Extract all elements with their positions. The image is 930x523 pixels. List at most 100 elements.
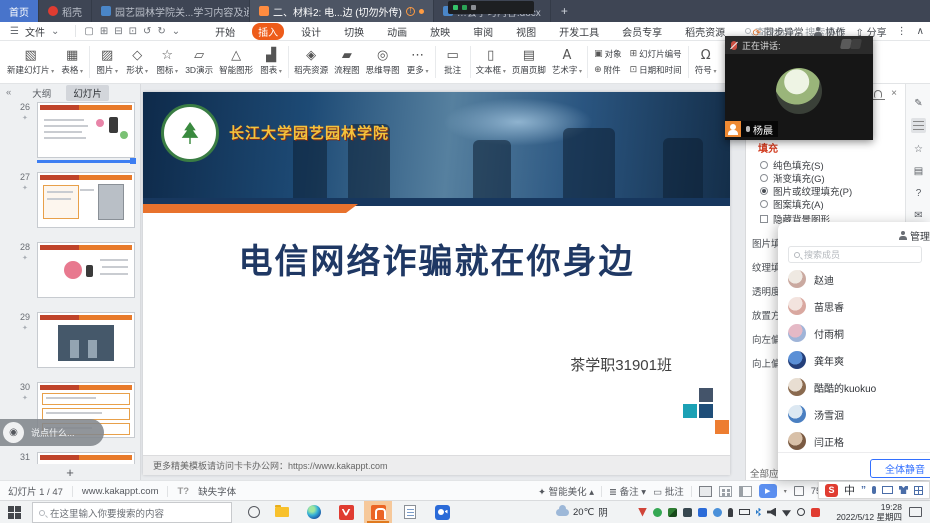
star-icon[interactable]: ☆ xyxy=(911,142,926,157)
menu-视图[interactable]: 视图 xyxy=(510,23,542,40)
tray-gpu-icon[interactable] xyxy=(683,508,692,517)
fill-option-3[interactable]: 图片或纹理填充(P) xyxy=(760,184,852,198)
ribbon-对象[interactable]: ▣对象 xyxy=(594,48,622,60)
taskbar-clock[interactable]: 19:28 2022/5/12 星期四 xyxy=(836,503,902,522)
emoji-icon[interactable]: ◉ xyxy=(3,422,24,443)
tray-meeting-icon[interactable] xyxy=(698,508,707,517)
ribbon-日期和时间[interactable]: ⊡日期和时间 xyxy=(630,64,682,76)
menu-稻壳资源[interactable]: 稻壳资源 xyxy=(679,23,731,40)
ribbon-图标[interactable]: ☆图标 ▾ xyxy=(152,42,182,82)
toolbox-icon[interactable] xyxy=(914,486,923,495)
comments-button[interactable]: ▭ 批注 xyxy=(653,484,684,498)
tray-volume-icon[interactable] xyxy=(767,508,776,517)
start-button[interactable] xyxy=(8,506,21,519)
manage-members[interactable]: 管理成员 xyxy=(898,228,930,243)
tray-mic-icon[interactable] xyxy=(728,508,733,517)
tray-shield-icon[interactable] xyxy=(668,508,677,517)
ribbon-图片[interactable]: ▨图片 ▾ xyxy=(92,42,122,82)
ribbon-稻壳资源[interactable]: ◈稻壳资源 xyxy=(291,42,331,82)
preview-icon[interactable]: ⊡ xyxy=(129,26,137,37)
feedback-icon[interactable]: ✉ xyxy=(911,208,926,223)
participant-row[interactable]: 酷酷的kuokuo xyxy=(788,378,876,396)
ribbon-表格[interactable]: ▦表格 ▾ xyxy=(57,42,87,82)
normal-view-icon[interactable] xyxy=(699,486,712,497)
format-brush-icon[interactable]: ✎ xyxy=(911,96,926,111)
window-tab-3[interactable]: 园艺园林学院关...学习内容及通知 xyxy=(92,0,250,22)
ribbon-新建幻灯片[interactable]: ▧新建幻灯片 ▾ xyxy=(4,42,57,82)
output-icon[interactable]: ⊞ xyxy=(100,26,108,37)
participant-row[interactable]: 龚年爽 xyxy=(788,351,844,369)
tray-bluetooth-icon[interactable] xyxy=(756,508,761,517)
ribbon-更多[interactable]: ⋯更多 ▾ xyxy=(403,42,433,82)
tab-slides[interactable]: 幻灯片 xyxy=(66,85,109,101)
redo-icon[interactable]: ↻ xyxy=(157,26,165,37)
fill-option-4[interactable]: 图案填充(A) xyxy=(760,197,824,211)
ribbon-艺术字[interactable]: A艺术字 ▾ xyxy=(549,42,585,82)
slide-title[interactable]: 电信网络诈骗就在你身边 xyxy=(143,234,730,283)
window-tab-2[interactable]: 稻壳 xyxy=(39,0,92,22)
ribbon-符号[interactable]: Ω符号 ▾ xyxy=(691,42,721,82)
participant-row[interactable]: 汤雪洄 xyxy=(788,405,844,423)
mute-all-button[interactable]: 全体静音 xyxy=(870,459,930,478)
slide[interactable]: 长江大学园艺园林学院 电信网络诈骗就在你身边 茶学职31901班 更多精美模板请… xyxy=(143,92,730,475)
wps-office-icon[interactable] xyxy=(332,501,360,523)
ribbon-思维导图[interactable]: ◎思维导图 xyxy=(363,42,403,82)
slide-thumbnail-27[interactable] xyxy=(37,172,135,228)
fill-option-1[interactable]: 纯色填充(S) xyxy=(760,158,824,172)
fit-window-icon[interactable] xyxy=(794,486,804,496)
bell-icon[interactable] xyxy=(874,90,882,98)
member-search-input[interactable]: 搜索成员 xyxy=(788,246,922,263)
collapse-panel-button[interactable]: « xyxy=(0,87,17,98)
ribbon-页眉页脚[interactable]: ▤页眉页脚 xyxy=(509,42,549,82)
document-app-icon[interactable] xyxy=(396,501,424,523)
menu-审阅[interactable]: 审阅 xyxy=(467,23,499,40)
sogou-logo[interactable]: S xyxy=(825,484,838,497)
help-icon[interactable]: ? xyxy=(911,186,926,201)
participant-row[interactable]: 闫正格 xyxy=(788,432,844,450)
fill-option-2[interactable]: 渐变填充(G) xyxy=(760,171,825,185)
tray-link-icon[interactable] xyxy=(797,508,805,516)
tab-outline[interactable]: 大纲 xyxy=(25,85,58,101)
window-tab-1[interactable]: 首页 xyxy=(0,0,39,22)
ribbon-智能图形[interactable]: △智能图形 xyxy=(216,42,256,82)
participant-row[interactable]: 付雨桐 xyxy=(788,324,844,342)
ribbon-文本框[interactable]: ▯文本框 ▾ xyxy=(473,42,509,82)
object-properties-icon[interactable] xyxy=(911,118,926,133)
action-center-icon[interactable] xyxy=(909,507,922,517)
undo-icon[interactable]: ↺ xyxy=(143,26,151,37)
missing-font-label[interactable]: 缺失字体 xyxy=(198,484,236,498)
ribbon-图表[interactable]: ▟图表 ▾ xyxy=(256,42,286,82)
pages-icon[interactable]: ▤ xyxy=(911,164,926,179)
meeting-floating-window[interactable]: 正在讲话: 杨晨 xyxy=(725,36,873,140)
edge-browser-icon[interactable] xyxy=(300,501,328,523)
input-mode-chinese[interactable]: 中 xyxy=(844,482,855,498)
menu-开发工具[interactable]: 开发工具 xyxy=(553,23,605,40)
notes-button[interactable]: ≣ 备注 ▾ xyxy=(609,484,646,498)
sorter-view-icon[interactable] xyxy=(719,486,732,497)
close-pane-icon[interactable]: × xyxy=(891,88,897,99)
more-menu-icon[interactable]: ⋮ xyxy=(897,26,907,37)
slide-subtitle[interactable]: 茶学职31901班 xyxy=(570,354,672,375)
wps-presentation-icon-active[interactable] xyxy=(364,501,392,523)
more-caret-icon[interactable]: ⌄ xyxy=(172,26,180,37)
voice-input-icon[interactable] xyxy=(872,486,876,494)
cortana-button[interactable] xyxy=(248,506,260,518)
file-menu[interactable]: ☰ 文件 ⌄ xyxy=(0,24,70,39)
ribbon-3D演示[interactable]: ▱3D演示 xyxy=(182,42,216,82)
tray-app-icon[interactable] xyxy=(713,508,722,517)
ribbon-批注[interactable]: ▭批注 xyxy=(438,42,468,82)
ribbon-流程图[interactable]: ▰流程图 xyxy=(331,42,363,82)
tray-battery-icon[interactable] xyxy=(739,509,750,515)
save-icon[interactable]: ▢ xyxy=(84,26,93,37)
participant-row[interactable]: 苗思睿 xyxy=(788,297,844,315)
skin-icon[interactable] xyxy=(899,486,908,494)
tray-check-icon[interactable] xyxy=(653,508,662,517)
meeting-chat-pill[interactable]: ◉ 说点什么... xyxy=(0,419,104,446)
print-icon[interactable]: ⊟ xyxy=(114,26,122,37)
ribbon-附件[interactable]: ⊕附件 xyxy=(594,64,622,76)
beautify-button[interactable]: ✦ 智能美化 ▴ xyxy=(538,484,594,498)
menu-放映[interactable]: 放映 xyxy=(424,23,456,40)
menu-会员专享[interactable]: 会员专享 xyxy=(616,23,668,40)
soft-keyboard-icon[interactable] xyxy=(882,486,893,494)
slideshow-play-button[interactable]: ▶ xyxy=(759,484,777,498)
